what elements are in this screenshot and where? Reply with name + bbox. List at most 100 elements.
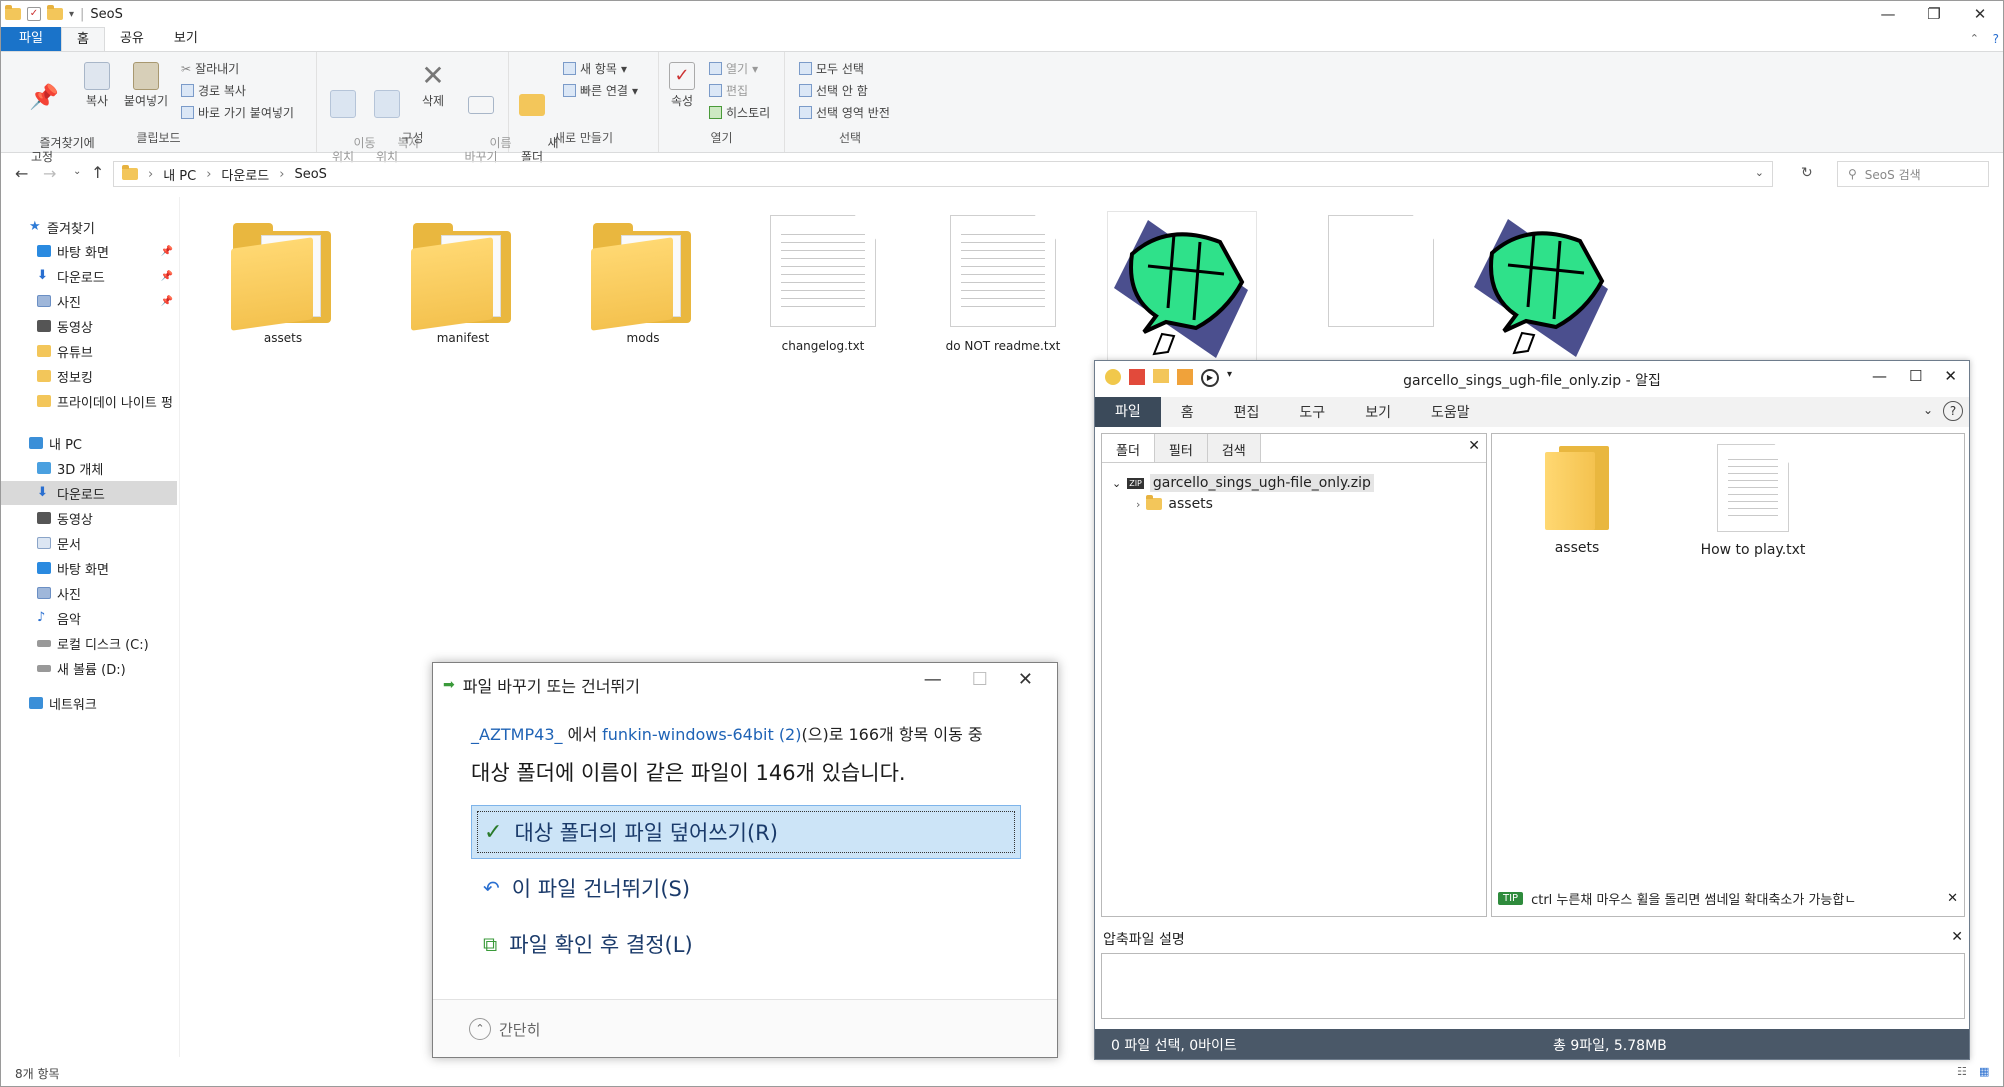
breadcrumb-pc[interactable]: 내 PC: [163, 165, 196, 184]
file-item-assets[interactable]: assets: [213, 221, 353, 345]
file-item-image-2[interactable]: [1467, 211, 1617, 361]
breadcrumb-seos[interactable]: SeoS: [294, 167, 326, 182]
skip-files-option[interactable]: ↶ 이 파일 건너뛰기(S): [471, 861, 1021, 915]
up-arrow-icon[interactable]: ↑: [91, 163, 104, 182]
minimize-button[interactable]: —: [1865, 1, 1911, 27]
delete-button[interactable]: ✕ 삭제: [413, 62, 453, 109]
sidebar-item-downloads-pc[interactable]: ⬇ 다운로드: [1, 481, 177, 505]
new-item-button[interactable]: 새 항목 ▾: [563, 60, 627, 77]
sidebar-item-youtube[interactable]: 유튜브: [1, 339, 177, 363]
tab-filter[interactable]: 필터: [1154, 434, 1208, 462]
close-tip-icon[interactable]: ✕: [1947, 891, 1958, 906]
destination-folder-link[interactable]: funkin-windows-64bit (2): [602, 725, 801, 744]
minimize-button[interactable]: —: [924, 669, 942, 690]
menu-file[interactable]: 파일: [1095, 397, 1161, 427]
forward-arrow-icon[interactable]: →: [43, 164, 56, 183]
file-item-do-not-readme[interactable]: do NOT readme.txt: [933, 215, 1073, 353]
select-none-button[interactable]: 선택 안 함: [799, 82, 868, 99]
source-folder-link[interactable]: _AZTMP43_: [471, 725, 563, 744]
zip-item-assets[interactable]: assets: [1522, 446, 1632, 556]
properties-check-icon[interactable]: ✓: [27, 7, 41, 21]
edit-button[interactable]: 편집: [709, 82, 748, 99]
back-arrow-icon[interactable]: ←: [15, 164, 28, 183]
maximize-button[interactable]: ❐: [1911, 1, 1957, 27]
address-box[interactable]: › 내 PC › 다운로드 › SeoS ⌄: [113, 161, 1773, 187]
sidebar-item-documents[interactable]: 문서: [1, 531, 177, 555]
paste-shortcut-button[interactable]: 바로 가기 붙여넣기: [181, 104, 294, 121]
tab-folder[interactable]: 폴더: [1102, 434, 1155, 462]
sidebar-item-downloads[interactable]: ⬇ 다운로드 📌: [1, 264, 177, 288]
search-input[interactable]: ⚲ SeoS 검색: [1837, 161, 1989, 187]
recent-locations-icon[interactable]: ⌄: [73, 166, 81, 177]
menu-edit[interactable]: 편집: [1214, 402, 1280, 422]
sidebar-item-desktop[interactable]: 바탕 화면 📌: [1, 239, 177, 263]
expand-chevron-icon[interactable]: ⌄: [1112, 477, 1121, 490]
refresh-icon[interactable]: ↻: [1801, 165, 1813, 181]
cut-button[interactable]: ✂ 잘라내기: [181, 60, 239, 77]
sidebar-item-fnf[interactable]: 프라이데이 나이트 펑: [1, 389, 177, 413]
sidebar-item-videos[interactable]: 동영상: [1, 314, 177, 338]
sidebar-item-network[interactable]: 네트워크: [1, 691, 177, 715]
menu-view[interactable]: 보기: [1345, 402, 1411, 422]
easy-access-button[interactable]: 빠른 연결 ▾: [563, 82, 638, 99]
collapsed-chevron-icon[interactable]: ›: [1136, 498, 1140, 511]
sidebar-item-pictures[interactable]: 사진 📌: [1, 289, 177, 313]
breadcrumb-downloads[interactable]: 다운로드: [221, 165, 269, 184]
paste-button[interactable]: 붙여넣기: [121, 62, 171, 108]
maximize-button[interactable]: ☐: [972, 669, 988, 690]
ribbon-toggle-icon[interactable]: ⌄: [1923, 403, 1933, 417]
large-icons-view-icon[interactable]: ▦: [1979, 1065, 1989, 1078]
close-description-icon[interactable]: ✕: [1951, 929, 1963, 945]
help-icon[interactable]: ?: [1993, 27, 1999, 51]
zip-item-how-to-play[interactable]: How to play.txt: [1688, 444, 1818, 558]
address-dropdown-icon[interactable]: ⌄: [1755, 166, 1764, 179]
sidebar-item-jeongboking[interactable]: 정보킹: [1, 364, 177, 388]
fewer-details-button[interactable]: ⌃ 간단히: [469, 1018, 540, 1040]
description-textbox[interactable]: [1101, 953, 1965, 1019]
sidebar-item-videos-pc[interactable]: 동영상: [1, 506, 177, 530]
new-folder-icon[interactable]: [47, 5, 63, 20]
tab-home[interactable]: 홈: [61, 27, 105, 51]
tab-view[interactable]: 보기: [159, 27, 213, 51]
close-button[interactable]: ✕: [1944, 367, 1957, 385]
copy-button[interactable]: 복사: [79, 62, 115, 108]
close-button[interactable]: ✕: [1018, 669, 1033, 690]
copy-path-button[interactable]: 경로 복사: [181, 82, 246, 99]
file-item-changelog[interactable]: changelog.txt: [753, 215, 893, 353]
sidebar-item-music[interactable]: ♪ 음악: [1, 606, 177, 630]
minimize-button[interactable]: —: [1872, 367, 1887, 385]
close-button[interactable]: ✕: [1957, 1, 2003, 27]
replace-files-option[interactable]: ✓ 대상 폴더의 파일 덮어쓰기(R): [471, 805, 1021, 859]
sidebar-item-desktop-pc[interactable]: 바탕 화면: [1, 556, 177, 580]
file-item-image-1[interactable]: [1107, 211, 1257, 361]
sidebar-item-3d-objects[interactable]: 3D 개체: [1, 456, 177, 480]
select-all-button[interactable]: 모두 선택: [799, 60, 864, 77]
collapse-ribbon-icon[interactable]: ⌃: [1970, 27, 1979, 51]
menu-home[interactable]: 홈: [1161, 402, 1214, 422]
invert-selection-button[interactable]: 선택 영역 반전: [799, 104, 890, 121]
sidebar-item-drive-d[interactable]: 새 볼륨 (D:): [1, 656, 177, 680]
tab-file[interactable]: 파일: [1, 27, 61, 51]
file-item-mods[interactable]: mods: [573, 221, 713, 345]
help-icon[interactable]: ?: [1943, 401, 1963, 421]
decide-each-option[interactable]: ⧉ 파일 확인 후 결정(L): [471, 917, 1021, 971]
maximize-button[interactable]: ☐: [1909, 367, 1922, 385]
tree-item-assets[interactable]: › assets: [1136, 495, 1213, 512]
sidebar-item-drive-c[interactable]: 로컬 디스크 (C:): [1, 631, 177, 655]
tree-root[interactable]: ⌄ ZIP garcello_sings_ugh-file_only.zip: [1112, 474, 1374, 492]
tab-share[interactable]: 공유: [105, 27, 159, 51]
menu-tools[interactable]: 도구: [1279, 402, 1345, 422]
customize-quick-access-icon[interactable]: ▾: [69, 9, 74, 20]
file-item-blank[interactable]: [1311, 215, 1451, 327]
sidebar-item-quick-access[interactable]: ★ 즐겨찾기: [1, 215, 177, 239]
close-pane-icon[interactable]: ✕: [1468, 438, 1480, 454]
open-button[interactable]: 열기 ▾: [709, 60, 758, 77]
details-view-icon[interactable]: ☷: [1957, 1065, 1967, 1078]
history-button[interactable]: 히스토리: [709, 104, 770, 121]
sidebar-item-this-pc[interactable]: 내 PC: [1, 431, 177, 455]
menu-help[interactable]: 도움말: [1411, 402, 1490, 422]
sidebar-item-pictures-pc[interactable]: 사진: [1, 581, 177, 605]
tab-search[interactable]: 검색: [1207, 434, 1261, 462]
file-item-manifest[interactable]: manifest: [393, 221, 533, 345]
properties-button[interactable]: ✓ 속성: [667, 62, 697, 108]
